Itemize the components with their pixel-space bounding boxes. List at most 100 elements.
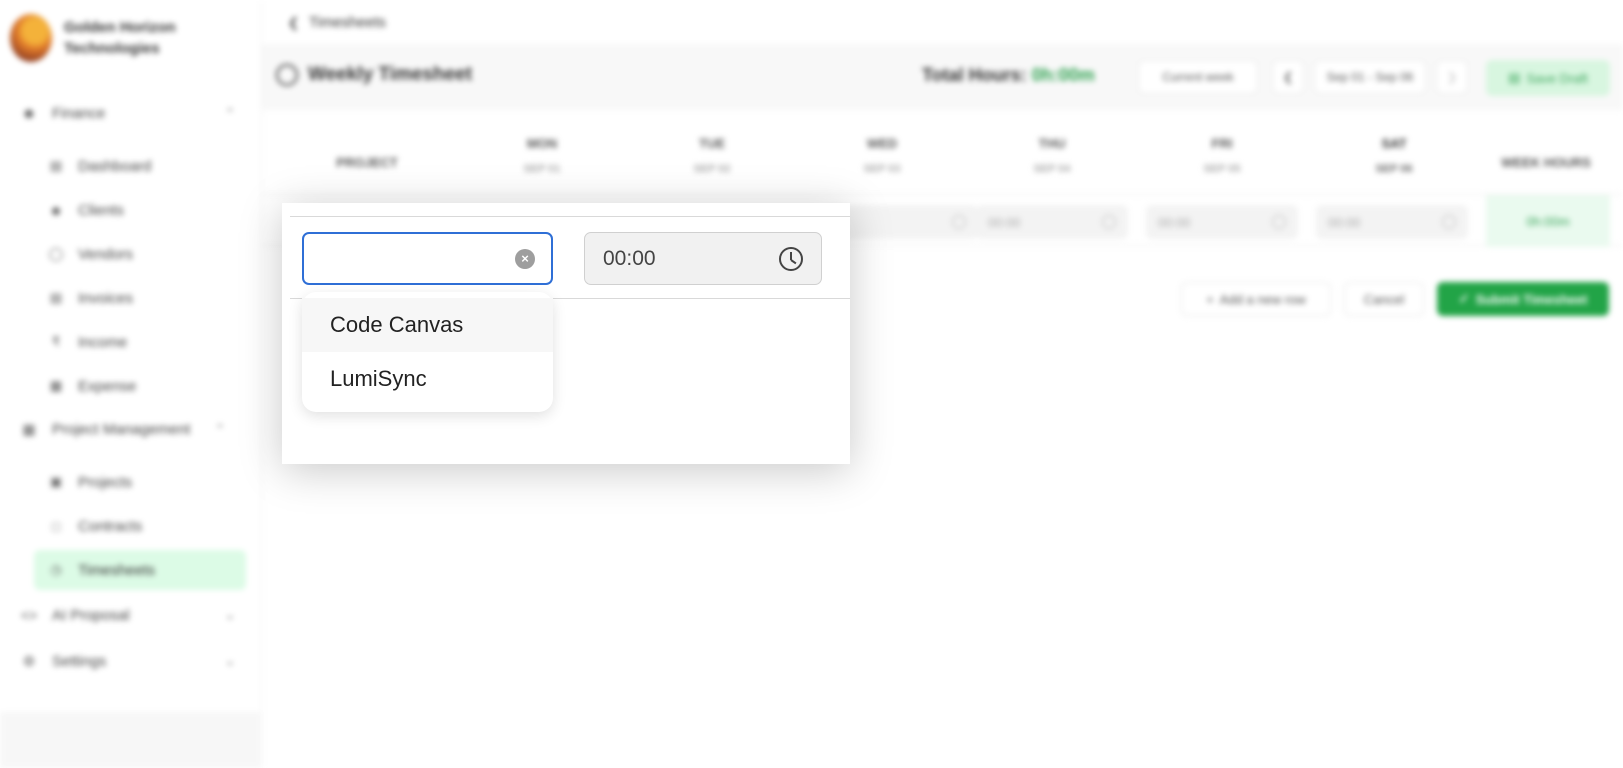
save-draft-label: Save Draft — [1526, 70, 1588, 86]
time-cell-thu[interactable]: 00:00 — [976, 205, 1128, 239]
sidebar-item-expense[interactable]: ▩ Expense — [34, 366, 246, 406]
gear-icon: ⚙ — [22, 652, 36, 669]
time-cell-value: 00:00 — [1158, 214, 1191, 230]
chevron-left-icon: ❮ — [1282, 70, 1294, 84]
sidebar-item-invoices[interactable]: ▤ Invoices — [34, 278, 246, 318]
next-week-button[interactable]: ❯ — [1436, 60, 1468, 94]
project-select-field[interactable]: × — [302, 232, 553, 285]
sidebar-group-label: Finance — [52, 104, 106, 122]
sidebar-item-timesheets[interactable]: ◷ Timesheets — [34, 550, 246, 590]
sidebar-group-label: Project Management — [52, 420, 191, 438]
day-header-wed: WED SEP 03 — [832, 136, 932, 175]
code-icon: <> — [20, 607, 38, 623]
sidebar-footer — [0, 712, 262, 768]
sidebar-group-label: AI Proposal — [52, 606, 130, 624]
chevron-right-icon: ❯ — [1446, 70, 1458, 84]
chevron-left-icon[interactable]: ❮ — [288, 15, 299, 31]
folder-icon: ▣ — [49, 474, 63, 489]
user-icon: ☻ — [49, 202, 63, 218]
company-name: Golden Horizon Technologies — [64, 19, 176, 57]
day-header-fri: FRI SEP 05 — [1172, 136, 1272, 175]
project-dropdown: Code Canvas LumiSync — [302, 292, 553, 412]
time-cell-value: 00:00 — [988, 214, 1021, 230]
dropdown-option-code-canvas[interactable]: Code Canvas — [302, 298, 553, 352]
day-date: SEP 04 — [1033, 163, 1071, 175]
sidebar-item-label: Vendors — [78, 245, 134, 263]
plus-icon: + — [1206, 291, 1214, 307]
chevron-down-icon: ⌄ — [224, 608, 235, 622]
day-header-thu: THU SEP 04 — [1002, 136, 1102, 175]
sidebar-group-settings[interactable]: ⚙ Settings ⌄ — [20, 652, 235, 670]
week-hours-column-header: WEEK HOURS — [1501, 155, 1591, 170]
time-cell-sat[interactable]: 00:00 — [1316, 205, 1468, 239]
sidebar-item-dashboard[interactable]: ▤ Dashboard — [34, 146, 246, 186]
day-date: SEP 03 — [863, 163, 901, 175]
brand: Golden Horizon Technologies — [10, 14, 204, 62]
chevron-up-icon: ⌃ — [214, 422, 225, 436]
time-input[interactable]: 00:00 — [584, 232, 822, 285]
building-icon: ▦ — [22, 420, 36, 437]
dropdown-option-lumisync[interactable]: LumiSync — [302, 352, 553, 406]
save-draft-button[interactable]: ▤ Save Draft — [1486, 60, 1610, 96]
page-title: Weekly Timesheet — [276, 64, 472, 86]
sidebar-item-vendors[interactable]: ◯ Vendors — [34, 234, 246, 274]
sidebar-item-label: Dashboard — [78, 157, 152, 175]
sidebar-item-label: Invoices — [78, 289, 134, 307]
total-hours: Total Hours: 0h:00m — [922, 65, 1095, 86]
chevron-up-icon: ⌃ — [224, 106, 235, 120]
row-week-hours: 0h:00m — [1486, 195, 1610, 247]
sidebar-group-label: Settings — [52, 652, 107, 670]
save-icon: ▤ — [1508, 70, 1521, 85]
breadcrumb: ❮ Timesheets — [262, 0, 1623, 46]
clock-icon[interactable] — [779, 247, 803, 271]
divider — [290, 216, 850, 217]
previous-week-button[interactable]: ❮ — [1272, 60, 1304, 94]
sidebar-item-label: Income — [78, 333, 128, 351]
time-cell-fri[interactable]: 00:00 — [1146, 205, 1298, 239]
day-name: TUE — [699, 136, 725, 151]
cancel-button[interactable]: Cancel — [1344, 282, 1424, 316]
time-cell-value: 00:00 — [1328, 214, 1361, 230]
add-row-button[interactable]: + Add a new row — [1181, 282, 1331, 316]
sidebar-group-ai-proposal[interactable]: <> AI Proposal ⌄ — [20, 606, 235, 624]
grid-icon: ▩ — [49, 378, 63, 393]
current-week-button[interactable]: Current week — [1138, 60, 1258, 94]
sidebar-item-label: Clients — [78, 201, 124, 219]
sidebar-item-label: Projects — [78, 473, 133, 491]
sidebar-item-income[interactable]: ₹ Income — [34, 322, 246, 362]
day-header-tue: TUE SEP 02 — [662, 136, 762, 175]
day-name: FRI — [1211, 136, 1233, 151]
sidebar: Golden Horizon Technologies ☻ Finance ⌃ … — [0, 0, 262, 768]
clock-icon: ◷ — [50, 562, 62, 577]
sidebar-group-finance[interactable]: ☻ Finance ⌃ — [20, 104, 235, 122]
check-icon: ✓ — [1458, 291, 1470, 306]
add-entry-popup: × 00:00 Code Canvas LumiSync — [282, 203, 850, 464]
sidebar-group-project-management[interactable]: ▦ Project Management ⌃ — [20, 420, 235, 438]
page-title-text: Weekly Timesheet — [308, 64, 473, 85]
clipboard-icon: □ — [52, 518, 60, 534]
sidebar-item-label: Contracts — [78, 517, 143, 535]
clock-icon — [1442, 215, 1456, 229]
submit-timesheet-button[interactable]: ✓ Submit Timesheet — [1437, 282, 1609, 316]
day-name: SAT — [1381, 136, 1407, 151]
company-logo — [10, 14, 52, 62]
sidebar-item-contracts[interactable]: □ Contracts — [34, 506, 246, 546]
clock-icon — [276, 64, 298, 86]
day-name: MON — [526, 136, 558, 151]
clear-icon[interactable]: × — [515, 249, 535, 269]
clock-icon — [1272, 215, 1286, 229]
day-name: WED — [866, 136, 898, 151]
project-search-input[interactable] — [304, 234, 504, 283]
globe-icon: ◯ — [48, 246, 64, 261]
total-hours-value: 0h:00m — [1031, 65, 1095, 85]
clock-icon — [952, 215, 966, 229]
time-value: 00:00 — [603, 247, 656, 270]
breadcrumb-label[interactable]: Timesheets — [309, 14, 386, 31]
sidebar-item-clients[interactable]: ☻ Clients — [34, 190, 246, 230]
add-row-label: Add a new row — [1219, 291, 1306, 307]
day-header-sat: SAT SEP 06 — [1344, 136, 1444, 175]
total-hours-label: Total Hours: — [922, 65, 1027, 85]
sidebar-item-label: Timesheets — [78, 561, 155, 579]
sidebar-item-projects[interactable]: ▣ Projects — [34, 462, 246, 502]
day-header-mon: MON SEP 01 — [492, 136, 592, 175]
